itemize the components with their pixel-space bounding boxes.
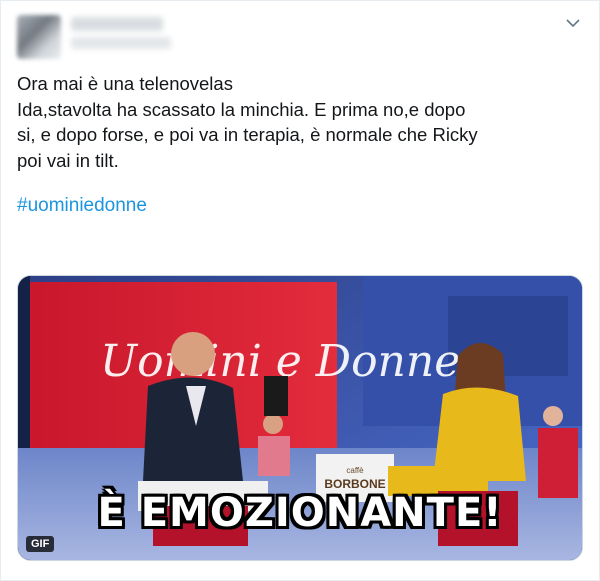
author-handle — [71, 37, 171, 49]
avatar[interactable] — [17, 15, 61, 59]
hashtag-link[interactable]: #uominiedonne — [17, 193, 147, 219]
sponsor-small-text: caffè — [346, 466, 364, 475]
tweet-text: Ora mai è una telenovelas Ida,stavolta h… — [17, 71, 587, 219]
tweet-text-line: Ida,stavolta ha scassato la minchia. E p… — [17, 98, 466, 120]
tweet-text-line: poi vai in tilt. — [17, 149, 119, 171]
chevron-down-icon[interactable] — [563, 13, 583, 33]
author-name[interactable] — [71, 17, 163, 31]
gif-caption: È EMOZIONANTE! — [97, 490, 503, 536]
tweet-text-line: si, e dopo forse, e poi va in terapia, è… — [17, 124, 478, 145]
sponsor-sign-text: BORBONE — [324, 477, 385, 491]
gif-media[interactable]: Uomini e Donne caffè BORBONE È EMOZIONAN… — [17, 275, 583, 561]
gif-badge: GIF — [26, 536, 55, 552]
tweet-header — [13, 9, 589, 65]
tweet-card[interactable]: Ora mai è una telenovelas Ida,stavolta h… — [0, 0, 600, 581]
tweet-text-line: Ora mai è una telenovelas — [17, 73, 233, 94]
